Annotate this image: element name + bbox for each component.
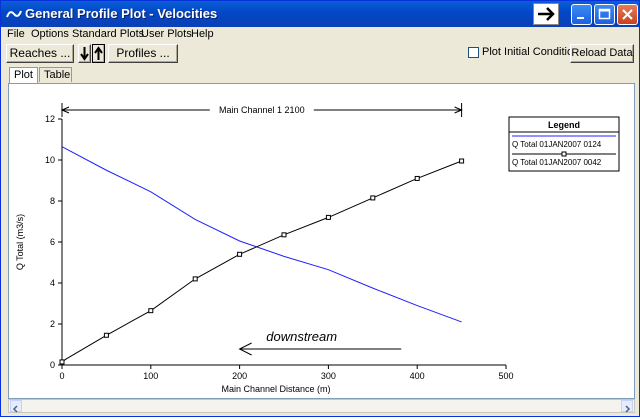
series-line-2 bbox=[61, 160, 462, 363]
app-icon bbox=[6, 10, 22, 18]
x-tick-label: 500 bbox=[498, 371, 513, 381]
scroll-left-icon bbox=[12, 405, 18, 413]
menu-file[interactable]: File bbox=[7, 28, 25, 40]
data-point bbox=[237, 251, 243, 257]
minimize-button[interactable] bbox=[571, 4, 592, 25]
reach-label: Main Channel 1 2100 bbox=[219, 105, 305, 115]
reload-data-button[interactable]: Reload Data bbox=[570, 44, 634, 63]
tab-plot[interactable]: Plot bbox=[9, 67, 38, 83]
legend-label: Q Total 01JAN2007 0042 bbox=[512, 158, 602, 167]
data-point bbox=[414, 175, 420, 181]
arrow-right-icon bbox=[538, 7, 555, 21]
profiles-button[interactable]: Profiles ... bbox=[108, 44, 178, 63]
downstream-annotation: downstream bbox=[266, 329, 337, 344]
menu-bar: File Options Standard Plots User Plots H… bbox=[1, 27, 639, 43]
menu-user-plots[interactable]: User Plots bbox=[141, 28, 192, 40]
legend-title: Legend bbox=[548, 120, 580, 130]
arrow-up-icon bbox=[94, 46, 103, 60]
move-up-button[interactable] bbox=[92, 44, 105, 63]
legend-label: Q Total 01JAN2007 0124 bbox=[512, 140, 602, 149]
minimize-icon bbox=[577, 17, 584, 19]
move-down-button[interactable] bbox=[78, 44, 91, 63]
y-tick-label: 12 bbox=[45, 114, 55, 124]
data-point bbox=[148, 308, 154, 314]
close-button[interactable] bbox=[617, 4, 638, 25]
profile-chart: 0 100 200 300 400 500 0 2 4 6 8 10 12 Main Channel Di… bbox=[15, 102, 620, 394]
maximize-button[interactable] bbox=[594, 4, 615, 25]
tab-table[interactable]: Table bbox=[39, 67, 72, 82]
x-tick-label: 100 bbox=[143, 371, 158, 381]
y-tick-label: 6 bbox=[50, 237, 55, 247]
plot-initial-conditions-checkbox[interactable] bbox=[468, 47, 479, 58]
scroll-right-button[interactable] bbox=[621, 400, 633, 413]
data-point bbox=[370, 195, 376, 201]
series-line-1 bbox=[61, 146, 462, 323]
data-point bbox=[192, 276, 198, 282]
arrow-button[interactable] bbox=[533, 3, 559, 25]
y-tick-label: 0 bbox=[50, 360, 55, 370]
menu-help[interactable]: Help bbox=[191, 28, 214, 40]
scroll-left-button[interactable] bbox=[10, 400, 22, 413]
y-axis-label: Q Total (m3/s) bbox=[15, 214, 25, 270]
y-tick-label: 4 bbox=[50, 278, 55, 288]
data-point bbox=[103, 332, 109, 338]
x-tick-label: 200 bbox=[232, 371, 247, 381]
arrow-down-icon bbox=[80, 47, 89, 61]
maximize-icon bbox=[598, 8, 611, 20]
plot-area[interactable]: 0 100 200 300 400 500 0 2 4 6 8 10 12 Main Channel Di… bbox=[8, 83, 635, 399]
data-point bbox=[325, 214, 331, 220]
reaches-button[interactable]: Reaches ... bbox=[6, 44, 74, 63]
y-tick-label: 2 bbox=[50, 319, 55, 329]
legend-marker bbox=[561, 151, 567, 157]
data-point bbox=[281, 232, 287, 238]
title-bar[interactable]: General Profile Plot - Velocities bbox=[1, 1, 639, 27]
x-tick-label: 0 bbox=[59, 371, 64, 381]
app-window: General Profile Plot - Velocities File O… bbox=[0, 0, 640, 417]
close-icon bbox=[622, 9, 633, 20]
scroll-right-icon bbox=[625, 405, 631, 413]
data-point bbox=[459, 158, 465, 164]
menu-standard-plots[interactable]: Standard Plots bbox=[72, 28, 144, 40]
x-tick-label: 300 bbox=[321, 371, 336, 381]
x-tick-label: 400 bbox=[410, 371, 425, 381]
window-title: General Profile Plot - Velocities bbox=[25, 6, 218, 21]
y-tick-label: 8 bbox=[50, 196, 55, 206]
menu-options[interactable]: Options bbox=[31, 28, 69, 40]
y-tick-label: 10 bbox=[45, 155, 55, 165]
horizontal-scrollbar[interactable] bbox=[8, 399, 635, 413]
data-point bbox=[59, 359, 65, 365]
x-axis-label: Main Channel Distance (m) bbox=[221, 384, 330, 394]
